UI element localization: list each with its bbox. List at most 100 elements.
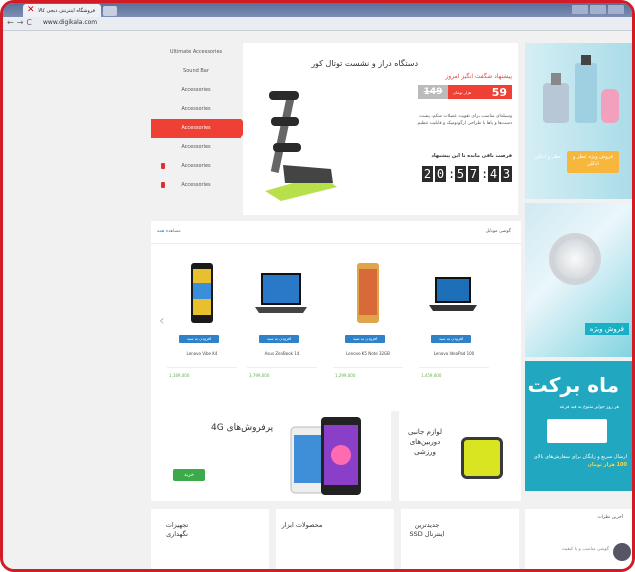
timer-digit: 4 [488, 166, 499, 182]
best-4g-title: پرفروش‌های 4G [211, 423, 274, 433]
product-price: 3,799,000 [249, 373, 270, 378]
product-price: 1,189,000 [169, 373, 190, 378]
maintenance-banner[interactable]: تجهیزات نگهداری [151, 509, 269, 569]
tag-icon [161, 163, 165, 169]
maximize-button[interactable] [590, 5, 606, 14]
url-field[interactable]: www.digikala.com [43, 19, 97, 26]
category-item[interactable]: Accessories [151, 138, 241, 157]
watch-icon [549, 233, 601, 285]
buy-button[interactable]: خرید [173, 469, 205, 481]
product-card[interactable]: افزودن به سبد Asus ZenBook 14 3,799,000 [241, 255, 323, 405]
perfume-sale-label: فروش ویژه عطر و ادکلن [567, 151, 619, 173]
gift-label: عطر و ادکلن [534, 154, 562, 160]
category-label: Sound Bar [183, 68, 209, 74]
category-label: Accessories [181, 87, 211, 93]
best-4g-banner[interactable]: پرفروش‌های 4G خرید [151, 407, 391, 501]
minimize-button[interactable] [572, 5, 588, 14]
category-label: Accessories [181, 182, 211, 188]
tools-title: محصولات ابزار [281, 521, 323, 529]
offer-title: دستگاه دراز و نشست توتال کور [311, 59, 418, 68]
address-bar: ←→C www.digikala.com [3, 17, 632, 31]
new-tab-button[interactable] [103, 6, 117, 16]
tab-title: فروشگاه اینترنتی دیجی کالا [38, 8, 95, 14]
category-item[interactable]: Accessories [151, 100, 241, 119]
category-item[interactable]: Accessories [151, 157, 241, 176]
countdown-timer: 2 0 : 5 7 : 4 3 [422, 166, 512, 182]
divider [167, 367, 237, 368]
product-price: 1,459,000 [421, 373, 442, 378]
timer-digit: 3 [501, 166, 512, 182]
category-item[interactable]: Sound Bar [151, 62, 241, 81]
offer-description: وسیله‌ای مناسب برای تقویت عضلات شکم، پشت… [417, 114, 512, 126]
product-name[interactable]: Lenovo IdeaPad 100 [413, 351, 495, 356]
tag-icon [161, 182, 165, 188]
shipping-text: ارسال سریع و رایگان [582, 454, 628, 460]
watch-banner[interactable]: فروش ویژه [525, 203, 632, 357]
product-name[interactable]: Asus ZenBook 14 [241, 351, 323, 356]
mahe-barakat-banner[interactable]: ماه برکت هر روز جوایز متنوع به قید قرعه … [525, 361, 632, 491]
price-unit: هزار تومان [453, 89, 472, 95]
laptop-image [429, 277, 477, 311]
category-item[interactable]: Accessories [151, 176, 241, 195]
shipping-condition: برای سفارش‌های بالای [533, 454, 581, 460]
watch-sale-tag: فروش ویژه [584, 323, 629, 335]
comments-widget: آخرین نظرات گوشی مناسب و با کیفیت [525, 509, 632, 569]
add-to-cart-button[interactable]: افزودن به سبد [259, 335, 299, 343]
promo-row: پرفروش‌های 4G خرید لوازم جانبی دوربین‌ها… [151, 407, 521, 501]
add-to-cart-button[interactable]: افزودن به سبد [345, 335, 385, 343]
mahe-barakat-subtitle: هر روز جوایز متنوع به قید قرعه [559, 405, 619, 410]
laptop-image [255, 273, 307, 313]
comments-heading: آخرین نظرات [597, 515, 623, 520]
old-price: 149 [418, 85, 448, 99]
mahe-barakat-title: ماه برکت [527, 373, 619, 397]
category-item-active[interactable]: Accessories [151, 119, 249, 138]
product-name[interactable]: Lenovo K5 Note 32GB [327, 351, 409, 356]
category-label: Ultimate Accessories [169, 49, 223, 55]
timer-label: فرصت باقی مانده تا این پیشنهاد [431, 153, 512, 159]
mahe-barakat-text: ارسال سریع و رایگان برای سفارش‌های بالای… [529, 453, 627, 469]
category-item[interactable]: Ultimate Accessories [151, 43, 241, 62]
ab-machine-image [265, 91, 337, 201]
special-offer-card[interactable]: دستگاه دراز و نشست توتال کور پیشنهاد شگف… [243, 43, 518, 215]
view-all-link[interactable]: مشاهده همه [157, 229, 181, 234]
phone-image [357, 263, 379, 323]
divider [419, 367, 489, 368]
divider [151, 243, 521, 244]
close-tab-icon[interactable]: ✕ [27, 5, 35, 16]
perfume-bottles-image [543, 55, 619, 123]
comment-text[interactable]: گوشی مناسب و با کیفیت [562, 547, 609, 552]
category-label: Accessories [181, 163, 211, 169]
category-item[interactable]: Accessories [151, 81, 241, 100]
maintenance-title: تجهیزات نگهداری [165, 521, 189, 538]
screenshot-frame: ✕ فروشگاه اینترنتی دیجی کالا ←→C www.dig… [0, 0, 635, 572]
product-name[interactable]: Lenovo Vibe K4 [161, 351, 243, 356]
new-price: 59 [491, 85, 507, 99]
bottom-banners: جدیدترین اینترنال SSD محصولات ابزار تجهی… [151, 509, 521, 569]
divider [333, 367, 403, 368]
add-to-cart-button[interactable]: افزودن به سبد [179, 335, 219, 343]
product-card[interactable]: افزودن به سبد Lenovo IdeaPad 100 1,459,0… [413, 255, 495, 405]
sport-camera-title: لوازم جانبی دوربین‌های ورزشی [408, 428, 442, 456]
action-camera-icon [461, 437, 503, 479]
offer-label: پیشنهاد شگفت انگیز امروز [445, 73, 512, 80]
close-window-button[interactable] [608, 5, 624, 14]
offer-price: 149 59 هزار تومان [418, 85, 512, 99]
timer-separator: : [448, 167, 456, 181]
browser-titlebar: ✕ فروشگاه اینترنتی دیجی کالا [3, 3, 632, 17]
carousel-title: گوشی موبایل [485, 229, 511, 234]
browser-tab[interactable]: ✕ فروشگاه اینترنتی دیجی کالا [23, 4, 101, 17]
timer-digit: 2 [422, 166, 433, 182]
phone-image [191, 263, 213, 323]
add-to-cart-button[interactable]: افزودن به سبد [431, 335, 471, 343]
ssd-banner[interactable]: جدیدترین اینترنال SSD [401, 509, 519, 569]
perfume-banner[interactable]: عطر و ادکلن فروش ویژه عطر و ادکلن [525, 43, 632, 199]
product-card[interactable]: افزودن به سبد Lenovo Vibe K4 1,189,000 [161, 255, 243, 405]
sport-camera-banner[interactable]: لوازم جانبی دوربین‌های ورزشی [399, 407, 521, 501]
product-card[interactable]: افزودن به سبد Lenovo K5 Note 32GB 1,299,… [327, 255, 409, 405]
ssd-title: جدیدترین اینترنال SSD [409, 521, 445, 538]
forward-icon[interactable]: → [17, 18, 27, 27]
avatar[interactable] [613, 543, 631, 561]
reload-icon[interactable]: C [26, 18, 35, 27]
tools-banner[interactable]: محصولات ابزار [276, 509, 394, 569]
back-icon[interactable]: ← [7, 18, 17, 27]
